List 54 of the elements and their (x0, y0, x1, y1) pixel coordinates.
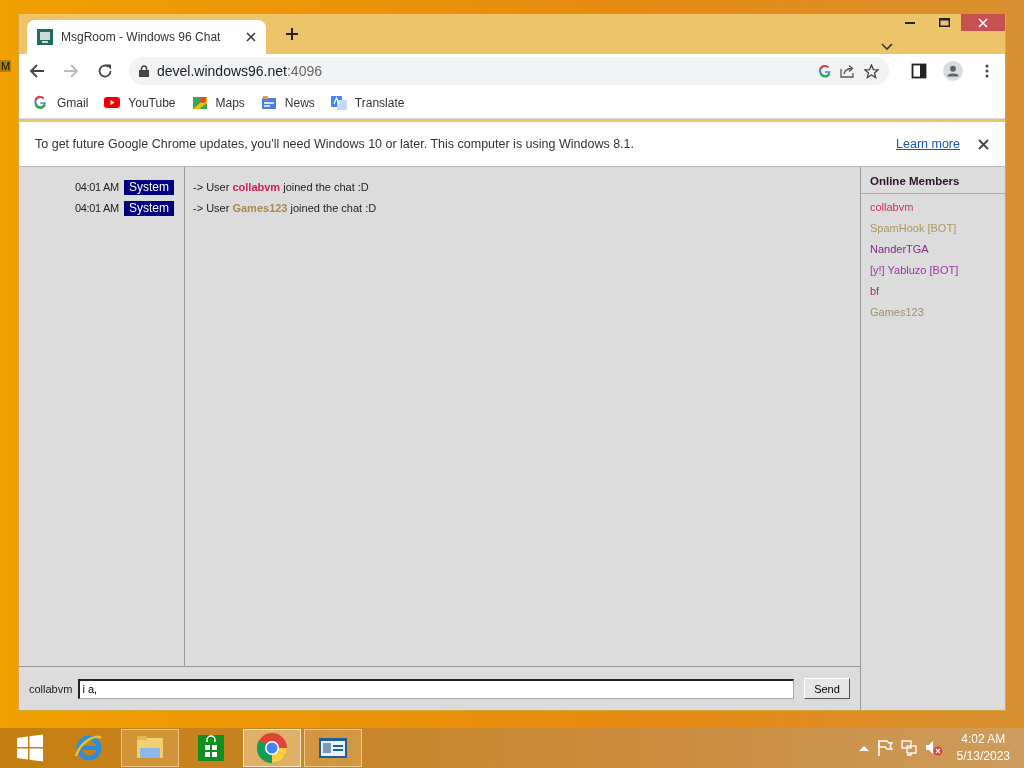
taskbar-button[interactable] (243, 729, 301, 767)
chat-message: -> User Games123 joined the chat :D (193, 201, 378, 216)
sender-label: System (124, 200, 174, 216)
maximize-icon[interactable] (938, 18, 950, 27)
newspaper-icon (260, 95, 277, 111)
side-panel-icon[interactable] (911, 63, 927, 79)
sender-label: System (124, 179, 174, 195)
google-icon[interactable] (818, 64, 832, 78)
translate-icon (330, 95, 347, 111)
share-icon[interactable] (840, 64, 856, 78)
chrome-icon (256, 732, 288, 764)
desktop-icon-label[interactable]: M (0, 60, 12, 72)
chevron-up-icon[interactable] (858, 745, 869, 751)
chat-message: -> User collabvm joined the chat :D (193, 180, 370, 195)
close-icon[interactable] (978, 138, 989, 150)
browser-tab[interactable]: MsgRoom - Windows 96 Chat (27, 20, 266, 54)
update-notice: To get future Google Chrome updates, you'll need Windows 10 or later. This computer is using Windows 8.1. (35, 137, 635, 151)
bookmark-link[interactable]: Translate (330, 95, 405, 111)
clock-date: 5/13/2023 (956, 748, 1010, 765)
member-name[interactable]: bf (870, 284, 996, 298)
star-icon[interactable] (864, 63, 879, 79)
map-pin-icon (191, 95, 208, 111)
timestamp: 04:01 AM (74, 181, 119, 193)
nickname-label: collabvm (29, 682, 73, 695)
url-text[interactable]: devel.windows96.net:4096 (157, 63, 323, 79)
chevron-down-icon[interactable] (881, 43, 893, 51)
learn-more-link[interactable]: Learn more (896, 137, 960, 151)
send-button[interactable]: Send (804, 678, 850, 699)
profile-icon[interactable] (943, 60, 963, 82)
message-input[interactable]: i a, (78, 678, 794, 699)
new-tab-icon[interactable] (285, 27, 299, 41)
g-icon (33, 95, 49, 111)
members-heading: Online Members (861, 167, 1005, 194)
close-icon[interactable] (246, 32, 256, 42)
windows-logo-icon[interactable] (16, 734, 44, 762)
taskbar-button[interactable] (304, 729, 362, 767)
flag-icon[interactable] (876, 739, 893, 757)
shopping-bag-icon (195, 732, 227, 764)
play-icon (104, 95, 121, 111)
clock-time: 4:02 AM (961, 731, 1006, 748)
speaker-muted-icon[interactable] (924, 740, 943, 756)
member-name[interactable]: collabvm (870, 200, 996, 214)
address-bar[interactable]: devel.windows96.net:4096 (129, 57, 889, 85)
bookmark-link[interactable]: YouTube (104, 95, 176, 111)
member-name[interactable]: NanderTGA (870, 242, 996, 256)
reload-icon[interactable] (97, 63, 113, 79)
bookmark-link[interactable]: News (260, 95, 315, 111)
bookmark-link[interactable]: Maps (191, 95, 245, 111)
timestamp: 04:01 AM (74, 202, 119, 214)
member-name[interactable]: [y!] Yabluzo [BOT] (870, 263, 996, 277)
bookmark-link[interactable]: Gmail (33, 95, 89, 111)
page-icon (37, 29, 53, 45)
back-icon[interactable] (29, 63, 45, 79)
lock-icon (139, 65, 149, 77)
